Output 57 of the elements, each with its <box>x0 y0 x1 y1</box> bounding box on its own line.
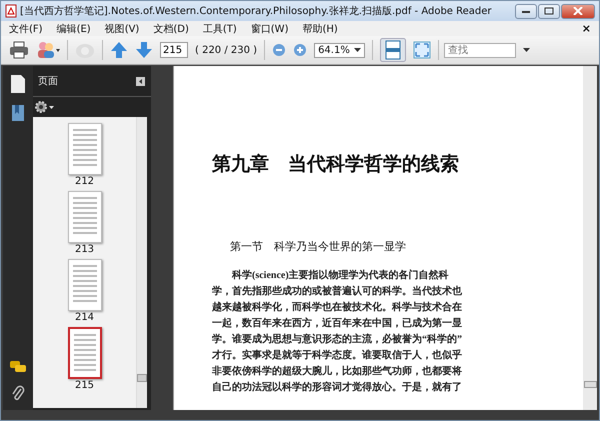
menu-item[interactable]: 编辑(E) <box>56 22 91 36</box>
section-title: 第一节 科学乃当今世界的第一显学 <box>230 240 407 254</box>
chapter-title: 第九章 当代科学哲学的线索 <box>212 152 460 177</box>
menu-item[interactable]: 视图(V) <box>104 22 140 36</box>
people-icon[interactable] <box>36 41 60 59</box>
scrollbar[interactable] <box>136 117 147 408</box>
zoom-out-icon[interactable] <box>272 43 286 57</box>
comments-icon[interactable] <box>9 360 27 374</box>
paperclip-icon[interactable] <box>11 384 25 402</box>
menu-item[interactable]: 窗口(W) <box>250 22 288 36</box>
pages-icon[interactable] <box>10 74 26 94</box>
menu-item[interactable]: 工具(T) <box>202 22 237 36</box>
maximize-button[interactable] <box>538 4 560 18</box>
paragraph-line: 非要依傍科学的超级大腕儿，比如那些气功师，也都要将 <box>212 364 463 379</box>
page-number-label: 213 <box>74 243 94 257</box>
menu-item[interactable]: 文档(D) <box>153 22 189 36</box>
close-button[interactable] <box>561 4 595 18</box>
page-thumbnail[interactable] <box>68 191 102 243</box>
minimize-button[interactable] <box>515 4 537 18</box>
paragraph-line: 才行。实事求是就等于科学态度。谁要取信于人，也似乎 <box>212 348 463 363</box>
window-title: [当代西方哲学笔记].Notes.of.Western.Contemporary.Philosophy.张祥龙.扫描版.pdf - Adobe Reader <box>20 4 493 18</box>
close-icon <box>573 7 583 15</box>
paragraph-line: 学。谁要成为思想与意识形态的主流，必被誉为“科学的” <box>212 332 463 347</box>
search-field[interactable]: 查找 <box>444 42 516 58</box>
caret-icon <box>354 48 361 52</box>
paragraph-line: 自己的功法冠以科学的形容词才觉得放心。于是，就有了 <box>212 380 463 395</box>
printer-icon[interactable] <box>9 41 29 59</box>
page-count: ( 220 / 230 ) <box>195 44 258 56</box>
panel-title: 页面 <box>38 75 58 88</box>
close-document-button[interactable]: × <box>582 22 591 35</box>
maximize-icon <box>544 7 554 15</box>
page-number-label: 214 <box>74 311 94 325</box>
menu-item[interactable]: 帮助(H) <box>302 22 338 36</box>
page-thumbnail[interactable] <box>68 327 102 379</box>
down-arrow-icon[interactable] <box>135 41 153 59</box>
page-thumbnail[interactable] <box>68 259 102 311</box>
page-number-label: 215 <box>74 379 94 393</box>
zoom-in-icon[interactable] <box>293 43 308 57</box>
zoom-dropdown[interactable]: 64.1% <box>314 42 365 58</box>
page-number-field[interactable]: 215 <box>160 42 188 58</box>
collapse-panel-icon[interactable] <box>136 76 145 86</box>
up-arrow-icon[interactable] <box>110 41 128 59</box>
paragraph-line: 学，首先指那些成功的或被普遍认可的科学。当代技术也 <box>212 284 463 299</box>
page-thumbnail[interactable] <box>68 123 102 175</box>
caret-icon[interactable] <box>522 48 530 52</box>
full-screen-icon[interactable] <box>412 41 431 59</box>
scrollbar[interactable] <box>583 66 597 410</box>
paragraph-line: 越来越被科学化，而科学也在被技术化。科学与技术合在 <box>212 300 463 315</box>
gear-icon[interactable] <box>35 101 55 113</box>
bookmark-icon[interactable] <box>11 104 25 122</box>
fit-width-icon[interactable] <box>380 38 406 62</box>
page-number-label: 212 <box>74 175 94 189</box>
paragraph-line: 科学(science)主要指以物理学为代表的各门自然科 <box>230 268 450 283</box>
paragraph-line: 一起，数百年来在西方，近百年来在中国，已成为第一显 <box>212 316 463 331</box>
minimize-icon <box>521 8 531 14</box>
menu-item[interactable]: 文件(F) <box>9 22 43 36</box>
pdf-icon <box>5 4 17 18</box>
